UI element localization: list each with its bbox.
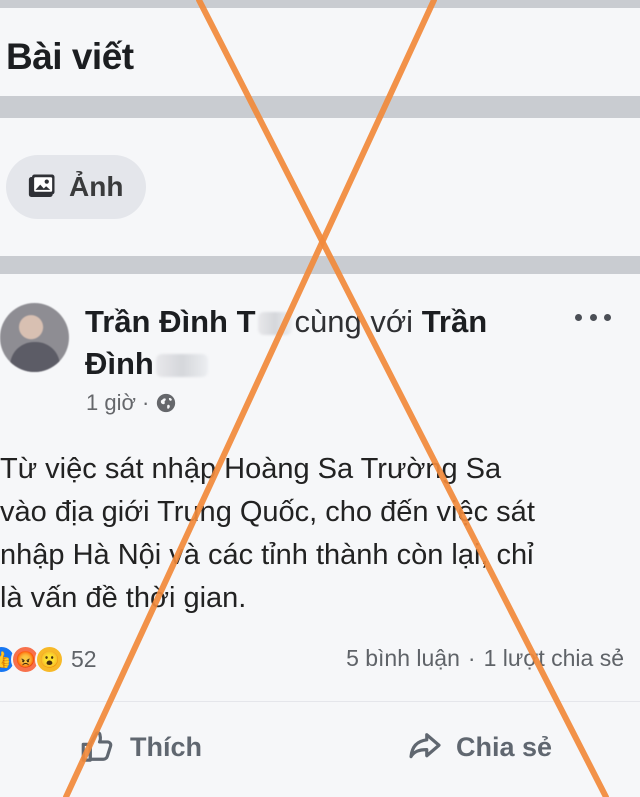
name-redaction-blur (257, 312, 292, 336)
section-divider (0, 96, 640, 118)
engagement-stats: 5 bình luận · 1 lượt chia sẻ (346, 645, 624, 672)
name-redaction-blur (155, 354, 208, 378)
photo-button-label: Ảnh (69, 171, 124, 202)
more-icon (575, 313, 582, 321)
photo-icon (27, 172, 57, 202)
reaction-icons: 👍 😡 😮 (0, 645, 64, 674)
post-card: Trần Đình T cùng với Trần Đình 1 giờ · Từ… (0, 274, 640, 797)
post-meta: 1 giờ · (86, 390, 177, 416)
photo-button[interactable]: Ảnh (6, 155, 146, 219)
comments-count[interactable]: 5 bình luận (346, 645, 460, 672)
like-button[interactable]: Thích (78, 724, 202, 770)
author-name-primary[interactable]: Trần Đình T (85, 304, 256, 339)
actions-divider (0, 701, 640, 702)
share-button-label: Chia sẻ (456, 731, 553, 762)
post-text: Từ việc sát nhập Hoàng Sa Trường Sa vào … (0, 453, 535, 614)
thumbs-up-icon (81, 731, 113, 762)
shares-count[interactable]: 1 lượt chia sẻ (484, 645, 624, 672)
more-icon (589, 313, 597, 321)
section-divider (0, 256, 640, 274)
page-header: Bài viết (0, 8, 640, 96)
top-divider (0, 0, 640, 8)
with-text: cùng với (294, 304, 414, 339)
post-time[interactable]: 1 giờ · (86, 390, 149, 416)
more-icon (604, 313, 611, 321)
reaction-count[interactable]: 52 (71, 646, 97, 673)
reaction-summary[interactable]: 👍 😡 😮 52 (0, 645, 97, 674)
share-icon (409, 733, 441, 759)
post-actions: Thích Chia sẻ (0, 724, 640, 770)
wow-reaction-icon: 😮 (35, 645, 64, 674)
avatar[interactable] (0, 303, 69, 372)
author-name-secondary-end[interactable]: Đình (85, 346, 154, 381)
stats-separator: · (467, 645, 476, 671)
more-options-button[interactable] (575, 307, 611, 327)
share-button[interactable]: Chia sẻ (404, 724, 552, 770)
post-author: Trần Đình T cùng với Trần Đình (85, 301, 545, 385)
like-button-label: Thích (130, 731, 202, 762)
page-title: Bài viết (6, 36, 134, 77)
author-name-secondary-start[interactable]: Trần (422, 304, 487, 339)
globe-icon (157, 393, 176, 413)
post-tools: Ảnh (0, 118, 640, 256)
